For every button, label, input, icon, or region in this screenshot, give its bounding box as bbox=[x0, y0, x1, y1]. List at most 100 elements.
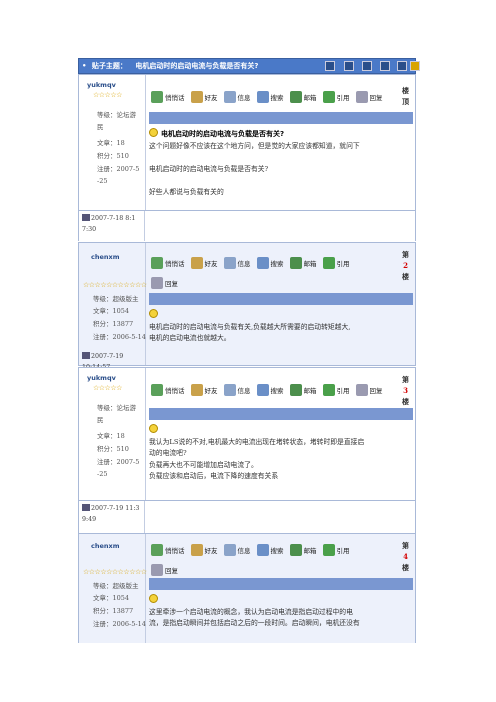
post-body: 电机启动时的启动电流与负载是否有关? 这个问题好像不应该在这个地方问，但是觉的大… bbox=[149, 128, 411, 198]
computer-icon bbox=[82, 504, 90, 511]
author-articles: 文章：1054 bbox=[93, 307, 130, 315]
friend-button[interactable]: 好友 bbox=[190, 544, 218, 556]
author-panel: yukmqv ☆☆☆☆☆ 等级：论坛游 民 文章：18 积分：510 注册：20… bbox=[79, 368, 146, 500]
author-panel: chenxm ☆☆☆☆☆☆☆☆☆☆☆ 等级：超级版主 文章：1054 积分：13… bbox=[79, 243, 147, 371]
post-stripe bbox=[149, 293, 413, 305]
topic-label: 贴子主题： bbox=[91, 62, 127, 70]
author-articles: 文章：1054 bbox=[93, 594, 130, 602]
quote-button[interactable]: 引用 bbox=[322, 91, 350, 103]
mail-button[interactable]: 邮箱 bbox=[289, 91, 317, 103]
whisper-button[interactable]: 悄悄话 bbox=[151, 544, 185, 556]
reply-button[interactable]: 回复 bbox=[355, 91, 383, 103]
author-panel: chenxm ☆☆☆☆☆☆☆☆☆☆☆ 等级：超级版主 文章：1054 积分：13… bbox=[79, 534, 147, 643]
computer-icon bbox=[82, 352, 90, 359]
author-registered: 注册：2007-5 -25 bbox=[97, 165, 140, 185]
author-name[interactable]: yukmqv bbox=[87, 374, 116, 382]
bullet-icon: • bbox=[82, 62, 87, 70]
post-2: chenxm ☆☆☆☆☆☆☆☆☆☆☆ 等级：超级版主 文章：1054 积分：13… bbox=[78, 242, 416, 371]
search-button[interactable]: 搜索 bbox=[256, 257, 284, 269]
post-toolbar-row2: 回复 bbox=[151, 564, 178, 576]
post-1: yukmqv ☆☆☆☆☆ 等级：论坛游 民 文章：18 积分：510 注册：20… bbox=[78, 74, 416, 211]
info-button[interactable]: 信息 bbox=[223, 91, 251, 103]
post-text: 电机启动时的启动电流与负载有关,负载越大所需要的启动转矩越大, 电机的启动电流也… bbox=[149, 322, 351, 343]
mail-button[interactable]: 邮箱 bbox=[289, 544, 317, 556]
post-time: 2007-7-18 8:1 7:30 bbox=[82, 214, 136, 233]
folder-icon[interactable] bbox=[410, 61, 420, 71]
bookmark-icon[interactable] bbox=[397, 61, 407, 71]
post-text: 这个问题好像不应该在这个地方问，但是觉的大家应该都知道，就问下 电机启动时的启动… bbox=[149, 141, 360, 196]
post-3: yukmqv ☆☆☆☆☆ 等级：论坛游 民 文章：18 积分：510 注册：20… bbox=[78, 367, 416, 501]
search-button[interactable]: 搜索 bbox=[256, 91, 284, 103]
author-articles: 文章：18 bbox=[97, 139, 125, 147]
post-toolbar: 悄悄话 好友 信息 搜索 邮箱 引用 bbox=[151, 544, 350, 556]
post-text: 这里牵涉一个启动电流的概念，我认为启动电流是指启动过程中的电 流，是指启动瞬间并… bbox=[149, 607, 360, 628]
post-title: 电机启动时的启动电流与负载是否有关? bbox=[161, 130, 285, 138]
author-registered: 注册：2006-5-14 bbox=[93, 333, 146, 341]
author-articles: 文章：18 bbox=[97, 432, 125, 440]
attach-icon[interactable] bbox=[362, 61, 372, 71]
info-button[interactable]: 信息 bbox=[223, 544, 251, 556]
author-level: 等级：论坛游 民 bbox=[97, 111, 136, 131]
floor-label: 第4楼 bbox=[402, 541, 409, 572]
floor-label: 第3楼 bbox=[402, 375, 409, 406]
post-stripe bbox=[149, 408, 413, 420]
author-name[interactable]: yukmqv bbox=[87, 81, 116, 89]
mail-button[interactable]: 邮箱 bbox=[289, 257, 317, 269]
post-stripe bbox=[149, 578, 413, 590]
post-body: 电机启动时的启动电流与负载有关,负载越大所需要的启动转矩越大, 电机的启动电流也… bbox=[149, 309, 411, 345]
author-name[interactable]: chenxm bbox=[91, 542, 119, 550]
friend-button[interactable]: 好友 bbox=[190, 91, 218, 103]
author-panel: yukmqv ☆☆☆☆☆ 等级：论坛游 民 文章：18 积分：510 注册：20… bbox=[79, 75, 146, 210]
topic-title: 电机启动时的启动电流与负载是否有关? bbox=[135, 62, 259, 70]
friend-button[interactable]: 好友 bbox=[190, 384, 218, 396]
author-points: 积分：13877 bbox=[93, 607, 134, 615]
author-registered: 注册：2007-5 -25 bbox=[97, 458, 140, 478]
author-points: 积分：13877 bbox=[93, 320, 134, 328]
smiley-icon bbox=[149, 128, 158, 137]
reply-button[interactable]: 回复 bbox=[355, 384, 383, 396]
rank-stars: ☆☆☆☆☆ bbox=[93, 91, 122, 99]
author-level: 等级：论坛游 民 bbox=[97, 404, 136, 424]
computer-icon bbox=[82, 214, 90, 221]
mail-button[interactable]: 邮箱 bbox=[289, 384, 317, 396]
quote-button[interactable]: 引用 bbox=[322, 257, 350, 269]
post-body: 我认为LS说的不对,电机最大的电流出现在堵转状态，堵转时即是直接启 动的电流吧?… bbox=[149, 424, 411, 483]
post-toolbar: 悄悄话 好友 信息 搜索 邮箱 引用 bbox=[151, 257, 350, 269]
floor-label: 楼 顶 bbox=[402, 86, 409, 106]
post-stripe bbox=[149, 112, 413, 124]
whisper-button[interactable]: 悄悄话 bbox=[151, 257, 185, 269]
author-points: 积分：510 bbox=[97, 152, 129, 160]
info-button[interactable]: 信息 bbox=[223, 384, 251, 396]
quote-button[interactable]: 引用 bbox=[322, 544, 350, 556]
smiley-icon bbox=[149, 309, 158, 318]
author-name[interactable]: chenxm bbox=[91, 253, 119, 261]
rank-stars: ☆☆☆☆☆ bbox=[93, 384, 122, 392]
smiley-icon bbox=[149, 594, 158, 603]
author-registered: 注册：2006-5-14 bbox=[93, 620, 146, 628]
author-level: 等级：超级版主 bbox=[93, 295, 139, 303]
smiley-icon bbox=[149, 424, 158, 433]
whisper-button[interactable]: 悄悄话 bbox=[151, 384, 185, 396]
rank-stars: ☆☆☆☆☆☆☆☆☆☆☆ bbox=[83, 568, 147, 576]
post-time: 2007-7-19 11:3 9:49 bbox=[82, 504, 140, 523]
post-1-footer: 2007-7-18 8:1 7:30 bbox=[78, 211, 416, 241]
post-3-footer: 2007-7-19 11:3 9:49 bbox=[78, 501, 416, 533]
post-4: chenxm ☆☆☆☆☆☆☆☆☆☆☆ 等级：超级版主 文章：1054 积分：13… bbox=[78, 533, 416, 643]
rank-stars: ☆☆☆☆☆☆☆☆☆☆☆ bbox=[83, 281, 147, 289]
search-button[interactable]: 搜索 bbox=[256, 384, 284, 396]
reply-button[interactable]: 回复 bbox=[151, 277, 178, 289]
friend-button[interactable]: 好友 bbox=[190, 257, 218, 269]
quote-button[interactable]: 引用 bbox=[322, 384, 350, 396]
author-level: 等级：超级版主 bbox=[93, 582, 139, 590]
save-icon[interactable] bbox=[380, 61, 390, 71]
topic-bar: • 贴子主题： 电机启动时的启动电流与负载是否有关? bbox=[78, 58, 420, 74]
post-toolbar-row2: 回复 bbox=[151, 277, 178, 289]
whisper-button[interactable]: 悄悄话 bbox=[151, 91, 185, 103]
reply-button[interactable]: 回复 bbox=[151, 564, 178, 576]
info-button[interactable]: 信息 bbox=[223, 257, 251, 269]
edit-icon[interactable] bbox=[344, 61, 354, 71]
post-text: 我认为LS说的不对,电机最大的电流出现在堵转状态，堵转时即是直接启 动的电流吧?… bbox=[149, 437, 365, 481]
search-button[interactable]: 搜索 bbox=[256, 544, 284, 556]
post-toolbar: 悄悄话 好友 信息 搜索 邮箱 引用 回复 bbox=[151, 91, 383, 103]
print-icon[interactable] bbox=[325, 61, 335, 71]
